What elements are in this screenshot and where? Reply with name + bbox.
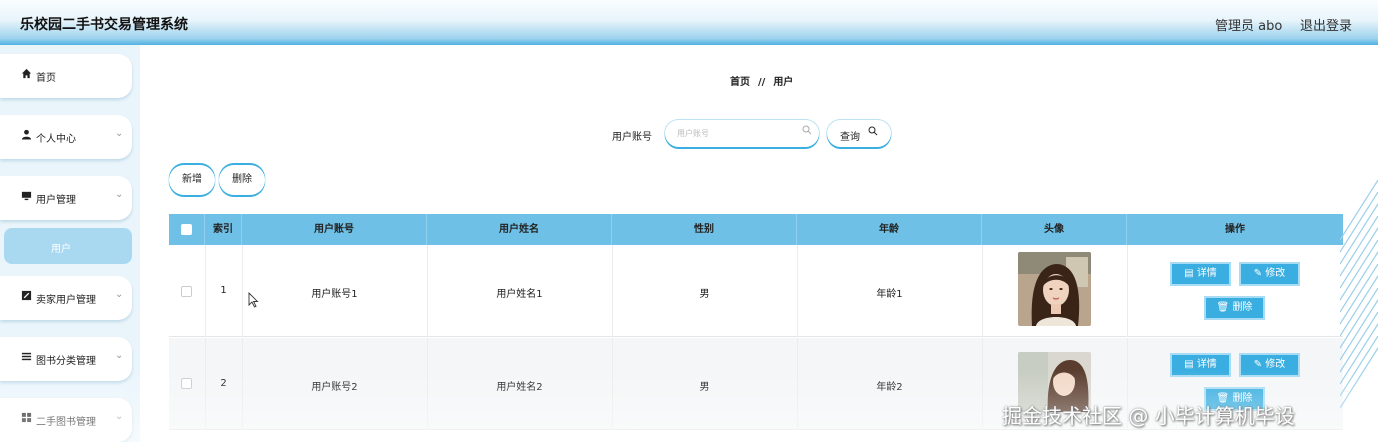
trash-icon: 🗑 [1216, 302, 1230, 313]
cell-age: 年龄2 [876, 382, 903, 393]
table-header: 索引 用户账号 用户姓名 性别 年龄 头像 操作 [169, 214, 1343, 245]
table-header-cell: 年龄 [797, 214, 982, 245]
sidebar-subitem-label: 用户 [51, 244, 71, 255]
home-icon [19, 68, 33, 82]
table-header-cell: 头像 [982, 214, 1127, 245]
detail-button-label: 详情 [1196, 359, 1217, 370]
detail-button[interactable]: ▤ 详情 [1170, 262, 1231, 286]
list-icon [19, 351, 33, 365]
edit-button[interactable]: ✎ 修改 [1239, 353, 1300, 377]
cell-index: 1 [220, 285, 227, 296]
sidebar-item-label: 用户管理 [36, 195, 76, 206]
sidebar-item-home[interactable]: 首页 [0, 54, 132, 98]
sidebar-item-category-management[interactable]: 图书分类管理 ⌄ [0, 337, 132, 381]
table-row: 1 用户账号1 用户姓名1 男 年龄1 ▤ 详情 ✎ 修改 🗑 删除 [169, 245, 1343, 337]
document-icon: ▤ [1184, 268, 1194, 279]
sidebar-item-seller-management[interactable]: 卖家用户管理 ⌄ [0, 276, 132, 320]
cell-gender: 男 [699, 289, 710, 300]
avatar [1018, 252, 1091, 326]
top-header: 乐校园二手书交易管理系统 管理员 abo 退出登录 [0, 0, 1378, 45]
mouse-cursor-icon [248, 292, 259, 308]
table-header-cell: 用户账号 [242, 214, 427, 245]
sidebar: 首页 个人中心 ⌄ 用户管理 ⌄ 用户 卖家用户管理 ⌄ 图书分类管理 ⌄ 二手… [0, 45, 140, 442]
bulk-delete-button[interactable]: 删除 [219, 165, 265, 195]
watermark-text: 掘金技术社区 @ 小毕计算机毕设 [1002, 404, 1295, 428]
edit-button[interactable]: ✎ 修改 [1239, 262, 1300, 286]
sidebar-item-label: 个人中心 [36, 134, 76, 145]
grid-icon [19, 412, 33, 426]
user-icon [19, 129, 33, 143]
decorative-stripes [1340, 180, 1378, 409]
cell-name: 用户姓名2 [496, 382, 543, 393]
breadcrumb-current: 用户 [773, 77, 794, 88]
cell-index: 2 [220, 378, 227, 389]
table-header-cell: 性别 [612, 214, 797, 245]
logout-link[interactable]: 退出登录 [1300, 15, 1352, 34]
sidebar-item-label: 二手图书管理 [36, 417, 96, 428]
table-header-select [169, 214, 205, 245]
select-all-checkbox[interactable] [181, 224, 192, 235]
search-label: 用户账号 [612, 132, 652, 143]
sidebar-item-book-management[interactable]: 二手图书管理 ⌄ [0, 398, 132, 442]
chevron-down-icon: ⌄ [115, 411, 124, 422]
sidebar-subitem-user[interactable]: 用户 [4, 228, 132, 264]
search-icon [802, 125, 812, 138]
row-checkbox[interactable] [181, 378, 192, 389]
sidebar-item-profile[interactable]: 个人中心 ⌄ [0, 115, 132, 159]
app-title: 乐校园二手书交易管理系统 [20, 17, 188, 33]
breadcrumb-home[interactable]: 首页 [730, 77, 750, 88]
chevron-down-icon: ⌄ [115, 189, 124, 200]
query-button[interactable]: 查询 [827, 120, 891, 147]
search-icon [868, 126, 878, 139]
cell-account: 用户账号2 [311, 382, 358, 393]
pencil-icon: ✎ [1253, 359, 1263, 370]
detail-button-label: 详情 [1196, 268, 1217, 279]
sidebar-item-label: 首页 [36, 73, 56, 84]
cell-account: 用户账号1 [311, 289, 358, 300]
admin-user-label: 管理员 abo [1215, 19, 1283, 34]
chevron-down-icon: ⌄ [115, 289, 124, 300]
detail-button[interactable]: ▤ 详情 [1170, 353, 1231, 377]
edit-button-label: 修改 [1265, 359, 1286, 370]
chevron-down-icon: ⌄ [115, 350, 124, 361]
chevron-down-icon: ⌄ [115, 128, 124, 139]
sidebar-item-label: 图书分类管理 [36, 356, 96, 367]
table-header-cell: 用户姓名 [427, 214, 612, 245]
breadcrumb-separator: // [758, 77, 766, 88]
cell-name: 用户姓名1 [496, 289, 543, 300]
delete-button[interactable]: 🗑 删除 [1204, 296, 1265, 320]
edit-button-label: 修改 [1265, 268, 1286, 279]
monitor-icon [19, 190, 33, 204]
query-button-label: 查询 [840, 132, 860, 143]
cell-age: 年龄1 [876, 289, 903, 300]
table-header-cell: 索引 [205, 214, 242, 245]
delete-button-label: 删除 [1232, 302, 1253, 313]
sidebar-item-label: 卖家用户管理 [36, 295, 96, 306]
search-input[interactable] [665, 120, 819, 147]
sidebar-item-user-management[interactable]: 用户管理 ⌄ [0, 176, 132, 220]
main-content: 首页 // 用户 用户账号 查询 新增 删除 索引 用户账号 用户姓名 性别 年龄 … [140, 45, 1378, 442]
table-header-cell: 操作 [1225, 224, 1245, 235]
breadcrumb: 首页 // 用户 [726, 73, 797, 88]
document-icon: ▤ [1184, 359, 1194, 370]
row-checkbox[interactable] [181, 286, 192, 297]
add-button[interactable]: 新增 [169, 165, 215, 195]
cell-gender: 男 [699, 382, 710, 393]
pencil-icon: ✎ [1253, 268, 1263, 279]
edit-square-icon [19, 290, 33, 304]
